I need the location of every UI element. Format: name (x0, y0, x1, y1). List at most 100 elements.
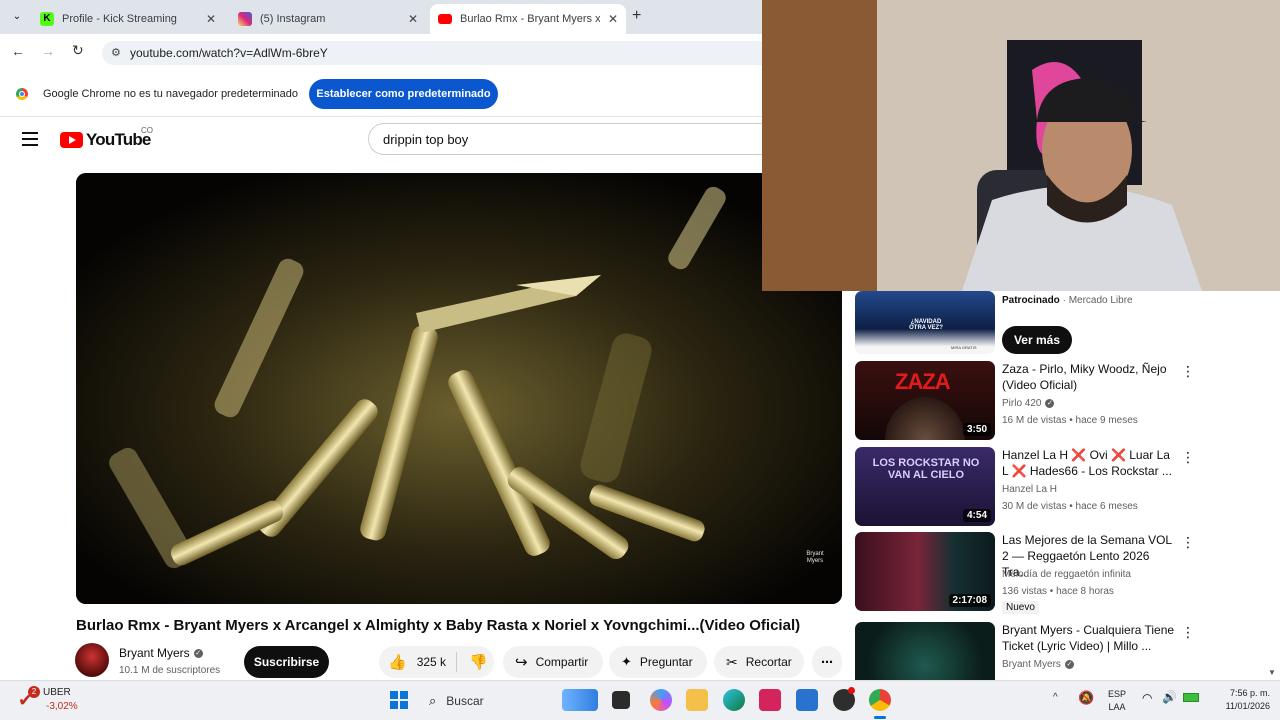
webcam-overlay (762, 0, 1280, 291)
tiktok-icon[interactable] (759, 689, 781, 711)
close-icon[interactable]: ✕ (408, 12, 418, 26)
task-view-icon[interactable] (612, 691, 630, 709)
more-options-icon[interactable]: ⋮ (1181, 624, 1195, 641)
store-icon[interactable] (796, 689, 818, 711)
clock-date: 11/01/2026 (1225, 701, 1270, 711)
channel-name[interactable]: Bryant Myers ✓ (119, 646, 203, 660)
address-bar[interactable]: ⚙ youtube.com/watch?v=AdlWm-6breY (102, 41, 762, 65)
clip-label: Recortar (745, 655, 792, 669)
chrome-icon (15, 87, 29, 101)
tab-label: (5) Instagram (260, 13, 326, 25)
back-icon[interactable]: ← (11, 43, 25, 59)
language-indicator[interactable]: ESP LAA (1108, 688, 1126, 714)
like-button[interactable]: 👍 325 k (379, 652, 457, 672)
youtube-icon (438, 14, 452, 24)
recommended-video[interactable]: LOS ROCKSTAR NO VAN AL CIELO 4:54 Hanzel… (855, 447, 1275, 527)
video-title[interactable]: Bryant Myers - Cualquiera Tiene Ticket (… (1002, 622, 1178, 654)
video-stats: 136 vistas • hace 8 horas (1002, 586, 1114, 597)
battery-icon[interactable] (1183, 693, 1199, 702)
ask-button[interactable]: ✦ Preguntar (609, 646, 707, 678)
close-icon[interactable]: ✕ (608, 12, 618, 26)
stock-change: -3,02% (46, 701, 78, 712)
video-thumbnail[interactable]: 2:17:08 (855, 532, 995, 611)
channel-name[interactable]: Hanzel La H (1002, 484, 1057, 495)
kick-icon: K (40, 12, 54, 26)
channel-line[interactable]: Pirlo 420 ✓ (1002, 398, 1055, 409)
new-tab-button[interactable]: + (632, 7, 648, 27)
more-actions-button[interactable]: ⋯ (812, 646, 842, 678)
video-duration: 2:17:08 (948, 594, 991, 607)
thumb-title-text: LOS ROCKSTAR NO VAN AL CIELO (872, 457, 980, 481)
ask-label: Preguntar (639, 655, 693, 669)
scrollbar-down-arrow[interactable]: ▼ (1268, 668, 1276, 677)
infobar-text: Google Chrome no es tu navegador predete… (43, 88, 298, 100)
start-button[interactable] (390, 691, 408, 709)
search-input[interactable]: drippin top boy (368, 123, 762, 155)
set-default-button[interactable]: Establecer como predeterminado (309, 79, 498, 109)
site-info-icon[interactable]: ⚙ (111, 46, 121, 59)
video-watermark: Bryant Myers (806, 551, 824, 564)
video-thumbnail[interactable]: LOS ROCKSTAR NO VAN AL CIELO 4:54 (855, 447, 995, 526)
tray-chevron-icon[interactable]: ^ (1053, 692, 1058, 703)
youtube-play-icon (60, 132, 83, 148)
active-app-indicator (874, 716, 886, 719)
channel-name-text: Bryant Myers (119, 646, 190, 660)
ad-thumb-text: ¿NAVIDAD OTRA VEZ? (909, 319, 943, 331)
recommended-video[interactable]: Bryant Myers - Cualquiera Tiene Ticket (… (855, 622, 1275, 680)
taskbar-search[interactable]: ⌕ Buscar (421, 688, 551, 714)
video-stats: 16 M de vistas • hace 9 meses (1002, 415, 1138, 426)
verified-icon: ✓ (1064, 660, 1074, 669)
instagram-icon (238, 12, 252, 26)
forward-icon[interactable]: → (41, 43, 55, 59)
channel-line[interactable]: Bryant Myers ✓ (1002, 659, 1074, 670)
reload-icon[interactable]: ↻ (72, 42, 84, 59)
clock-time: 7:56 p. m. (1229, 688, 1270, 698)
notifications-off-icon[interactable]: 🔕 (1078, 690, 1094, 706)
edge-icon[interactable] (723, 689, 745, 711)
recommended-video[interactable]: ZAZA 3:50 Zaza - Pirlo, Miky Woodz, Ñejo… (855, 361, 1275, 441)
chrome-taskbar-icon[interactable] (869, 689, 891, 711)
tab-search-icon[interactable]: ⌄ (9, 9, 25, 25)
tab-instagram[interactable]: (5) Instagram ✕ (230, 4, 426, 34)
tab-youtube[interactable]: Burlao Rmx - Bryant Myers x Ar ✕ (430, 4, 626, 34)
clip-button[interactable]: ✂ Recortar (714, 646, 804, 678)
search-value: drippin top boy (383, 131, 469, 147)
widgets-icon[interactable] (562, 689, 598, 711)
menu-icon[interactable] (22, 132, 38, 146)
notification-badge: 2 (28, 686, 40, 698)
close-icon[interactable]: ✕ (206, 12, 216, 26)
more-options-icon[interactable]: ⋮ (1181, 363, 1195, 380)
video-title: Burlao Rmx - Bryant Myers x Arcangel x A… (76, 617, 801, 634)
video-thumbnail[interactable] (855, 622, 995, 680)
channel-avatar[interactable] (75, 643, 109, 677)
obs-recording-dot (848, 687, 855, 694)
thumbs-up-icon: 👍 (388, 654, 407, 671)
ad-card[interactable]: ¿NAVIDAD OTRA VEZ? MIRA GRATIS Patrocina… (855, 291, 1275, 357)
clock[interactable]: 7:56 p. m. 11/01/2026 (1210, 687, 1270, 713)
recommended-video[interactable]: 2:17:08 Las Mejores de la Semana VOL 2 —… (855, 532, 1275, 618)
subscribe-button[interactable]: Suscribirse (244, 646, 329, 678)
ad-thumb-sub: MIRA GRATIS (951, 345, 977, 350)
video-title[interactable]: Hanzel La H ❌ Ovi ❌ Luar La L ❌ Hades66 … (1002, 447, 1178, 479)
more-options-icon[interactable]: ⋮ (1181, 449, 1195, 466)
default-browser-infobar: Google Chrome no es tu navegador predete… (0, 72, 762, 117)
copilot-icon[interactable] (650, 689, 672, 711)
sparkle-icon: ✦ (621, 654, 632, 669)
file-explorer-icon[interactable] (686, 689, 708, 711)
ad-thumbnail[interactable]: ¿NAVIDAD OTRA VEZ? MIRA GRATIS (855, 291, 995, 354)
youtube-logo[interactable]: YouTube (60, 130, 151, 150)
more-options-icon[interactable]: ⋮ (1181, 534, 1195, 551)
channel-name[interactable]: Melodía de reggaetón infinita (1002, 569, 1131, 580)
ad-sponsor-line: Patrocinado · Mercado Libre (1002, 295, 1133, 306)
video-thumbnail[interactable]: ZAZA 3:50 (855, 361, 995, 440)
volume-icon[interactable]: 🔊 (1162, 690, 1177, 704)
share-button[interactable]: ↪ Compartir (503, 646, 603, 678)
wifi-icon[interactable]: ◠ (1142, 691, 1152, 705)
video-duration: 3:50 (962, 423, 991, 436)
tab-kick[interactable]: K Profile - Kick Streaming ✕ (32, 4, 224, 34)
ad-cta-button[interactable]: Ver más (1002, 326, 1072, 354)
stock-widget[interactable]: ✔ 2 UBER -3,02% (18, 686, 108, 716)
video-player[interactable]: Bryant Myers (76, 173, 842, 604)
video-title[interactable]: Zaza - Pirlo, Miky Woodz, Ñejo (Video Of… (1002, 361, 1178, 393)
thumbs-down-icon[interactable]: 👎 (469, 653, 488, 671)
